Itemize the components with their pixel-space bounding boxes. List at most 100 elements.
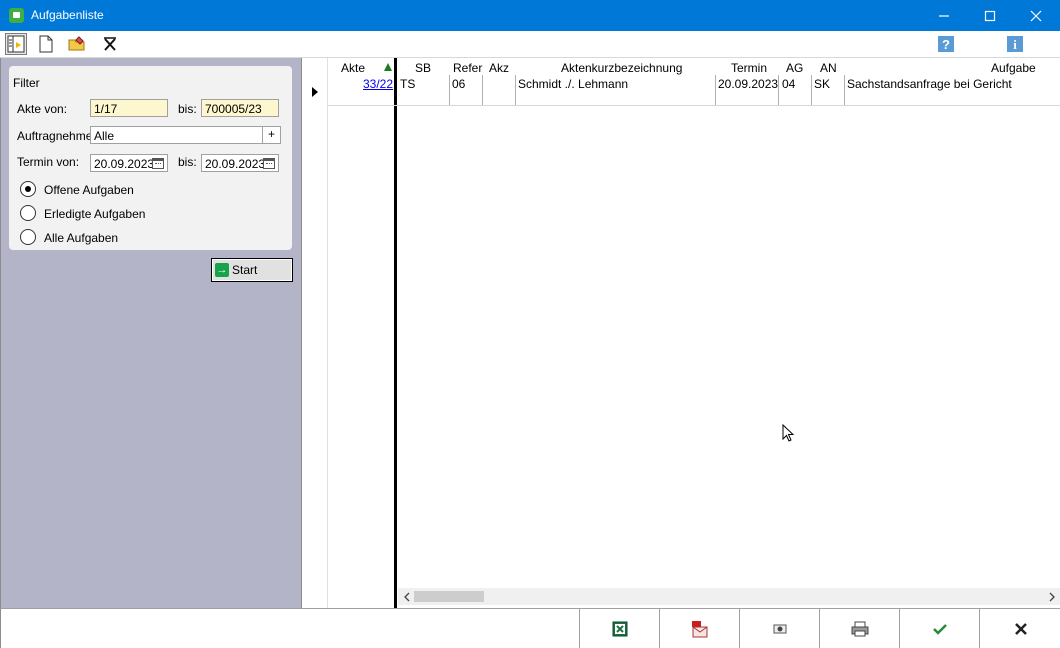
column-separator [515, 75, 516, 106]
termin-bis-value: 20.09.2023 [205, 157, 266, 171]
horizontal-scrollbar[interactable] [398, 588, 1060, 605]
frozen-column-divider [394, 58, 397, 608]
pdf-export-icon [691, 621, 707, 638]
scrollbar-thumb[interactable] [414, 591, 484, 602]
bottom-action-bar [0, 608, 1060, 648]
filter-panel-icon [7, 35, 25, 53]
scroll-left-button[interactable] [398, 588, 415, 605]
mail-button[interactable] [739, 609, 819, 648]
cell-bezeichnung: Schmidt ./. Lehmann [518, 77, 629, 91]
cell-refer: 06 [452, 77, 466, 91]
chevron-right-icon [1049, 592, 1055, 601]
column-separator [715, 75, 716, 106]
scroll-right-button[interactable] [1043, 588, 1060, 605]
mail-icon [773, 624, 786, 634]
column-header-aktenkurzbezeichnung[interactable]: Aktenkurzbezeichnung [561, 61, 682, 75]
cancel-button[interactable] [979, 609, 1060, 648]
akte-von-label: Akte von: [17, 102, 68, 116]
cell-termin: 20.09.2023 [718, 77, 779, 91]
ok-check-icon [932, 624, 947, 635]
auftragnehmer-add-button[interactable]: + [262, 127, 280, 143]
close-icon [1030, 10, 1042, 21]
new-document-button[interactable] [35, 33, 57, 55]
akte-bis-input[interactable]: 700005/23 [201, 99, 279, 117]
info-icon: i [1007, 36, 1023, 52]
column-header-ag[interactable]: AG [786, 61, 803, 75]
current-row-pointer-icon [312, 87, 318, 97]
column-separator [844, 75, 845, 106]
filter-group: Filter Akte von: 1/17 bis: 700005/23 Auf… [9, 66, 292, 250]
auftragnehmer-value: Alle [94, 129, 115, 143]
start-label: Start [232, 263, 258, 277]
arrow-right-icon: → [215, 263, 229, 277]
mouse-cursor-icon [782, 424, 795, 442]
auftragnehmer-label: Auftragnehmer: [17, 129, 100, 143]
column-separator [811, 75, 812, 106]
calendar-icon[interactable] [263, 158, 275, 169]
minimize-icon [939, 14, 949, 17]
help-button[interactable]: ? [935, 33, 957, 55]
cell-sb: TS [400, 77, 416, 91]
column-header-akz[interactable]: Akz [489, 61, 509, 75]
help-icon: ? [938, 36, 954, 52]
chevron-left-icon [403, 592, 409, 601]
radio-offene-label[interactable]: Offene Aufgaben [44, 183, 134, 197]
radio-alle-aufgaben[interactable] [20, 229, 36, 245]
folder-edit-icon [68, 36, 85, 51]
ok-button[interactable] [899, 609, 979, 648]
svg-text:?: ? [942, 37, 950, 52]
radio-erledigte-label[interactable]: Erledigte Aufgaben [44, 207, 145, 221]
termin-bis-label: bis: [178, 155, 197, 169]
column-header-akte[interactable]: Akte [341, 61, 365, 75]
minimize-button[interactable] [921, 0, 967, 31]
start-button[interactable]: → Start [211, 258, 293, 282]
sort-ascending-icon [384, 63, 392, 71]
column-header-an[interactable]: AN [820, 61, 837, 75]
auftragnehmer-select[interactable]: Alle + [90, 126, 281, 144]
window-title: Aufgabenliste [31, 8, 104, 22]
row-separator [328, 105, 1060, 106]
filter-panel-button[interactable] [5, 33, 27, 55]
pdf-export-button[interactable] [659, 609, 739, 648]
cell-aufgabe: Sachstandsanfrage bei Gericht [847, 77, 1012, 91]
column-header-aufgabe[interactable]: Aufgabe [991, 61, 1036, 75]
print-button[interactable] [819, 609, 899, 648]
toolbar: ? i [0, 31, 1060, 58]
excel-export-icon [612, 621, 627, 637]
delete-icon [104, 37, 116, 51]
radio-alle-label[interactable]: Alle Aufgaben [44, 231, 118, 245]
akte-link[interactable]: 33/22 [363, 77, 393, 91]
new-document-icon [39, 35, 53, 53]
filter-pane: Filter Akte von: 1/17 bis: 700005/23 Auf… [0, 58, 301, 608]
column-header-refer[interactable]: Refer [453, 61, 482, 75]
column-separator [449, 75, 450, 106]
delete-button[interactable] [99, 33, 121, 55]
termin-von-label: Termin von: [17, 155, 80, 169]
radio-offene-aufgaben[interactable] [20, 181, 36, 197]
cell-ag: 04 [782, 77, 796, 91]
svg-text:i: i [1013, 37, 1017, 52]
cancel-close-icon [1014, 623, 1027, 635]
row-header [302, 58, 328, 608]
termin-bis-input[interactable]: 20.09.2023 [201, 154, 279, 172]
maximize-icon [984, 10, 996, 21]
termin-von-value: 20.09.2023 [94, 157, 155, 171]
app-icon [9, 8, 24, 23]
column-header-sb[interactable]: SB [415, 61, 431, 75]
calendar-icon[interactable] [152, 158, 164, 169]
akte-bis-label: bis: [178, 102, 197, 116]
task-grid: Akte SB Refer Akz Aktenkurzbezeichnung T… [302, 58, 1060, 608]
filter-title: Filter [13, 76, 40, 90]
print-icon [851, 621, 868, 637]
radio-erledigte-aufgaben[interactable] [20, 205, 36, 221]
info-button[interactable]: i [1004, 33, 1026, 55]
close-window-button[interactable] [1013, 0, 1059, 31]
title-bar: Aufgabenliste [0, 0, 1060, 31]
folder-edit-button[interactable] [66, 33, 88, 55]
cell-an: SK [814, 77, 831, 91]
column-header-termin[interactable]: Termin [731, 61, 767, 75]
akte-von-input[interactable]: 1/17 [90, 99, 168, 117]
excel-export-button[interactable] [579, 609, 659, 648]
maximize-button[interactable] [967, 0, 1013, 31]
termin-von-input[interactable]: 20.09.2023 [90, 154, 168, 172]
